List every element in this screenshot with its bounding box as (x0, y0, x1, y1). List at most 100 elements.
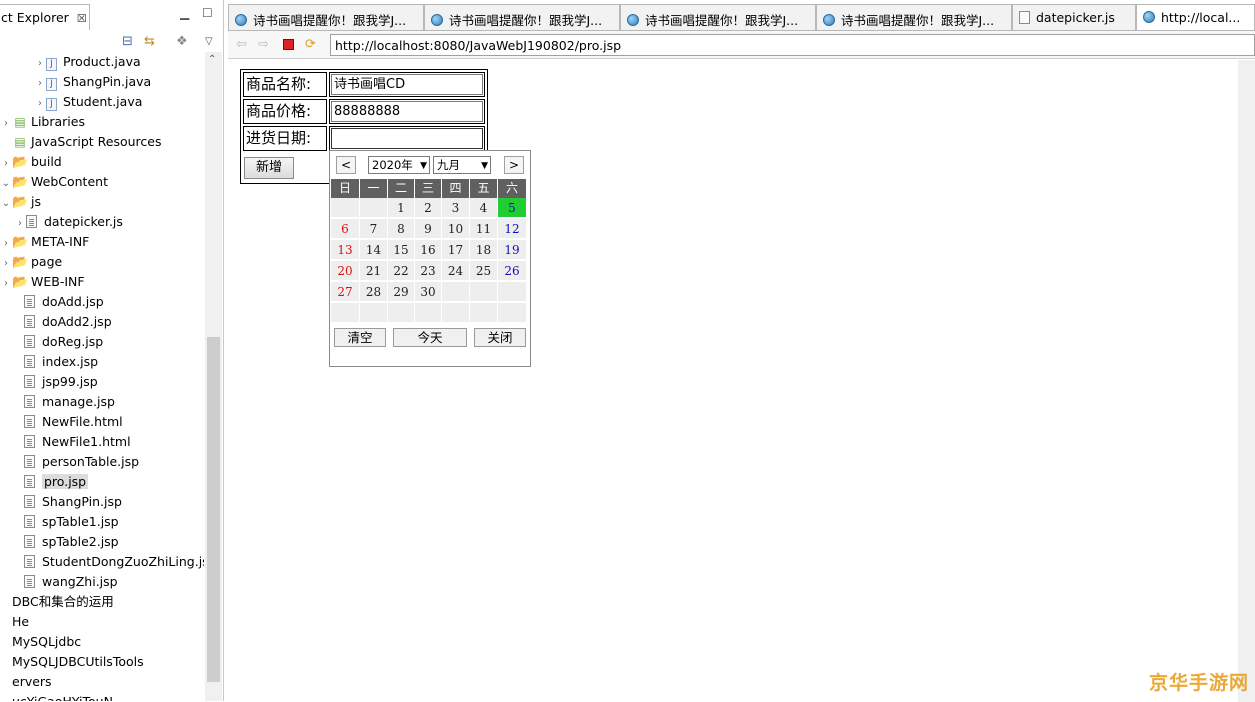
minimize-icon[interactable]: ▁ (180, 6, 189, 20)
tree-item[interactable]: ▤ JavaScript Resources (0, 132, 161, 152)
calendar-day[interactable]: 10 (442, 219, 470, 239)
tree-item[interactable]: wangZhi.jsp (12, 572, 118, 592)
maximize-icon[interactable]: ☐ (202, 6, 213, 20)
calendar-day[interactable]: 29 (388, 282, 415, 302)
tree-item[interactable]: › 📂 page (0, 252, 62, 272)
tree-item[interactable]: ShangPin.jsp (12, 492, 122, 512)
stop-icon[interactable] (283, 39, 294, 50)
chevron-down-icon[interactable]: ⌄ (0, 194, 12, 214)
calendar-day[interactable]: 22 (388, 261, 415, 281)
tree-item[interactable]: StudentDongZuoZhiLing.jsp (12, 552, 204, 572)
calendar-day[interactable]: 19 (498, 240, 527, 260)
calendar-day[interactable]: 20 (331, 261, 360, 281)
calendar-day[interactable]: 23 (415, 261, 442, 281)
tree-item[interactable]: ⌄ 📂 WebContent (0, 172, 108, 192)
tree-item[interactable]: ervers (0, 672, 52, 692)
calendar-day[interactable]: 14 (360, 240, 388, 260)
tree-item[interactable]: He (0, 612, 29, 632)
tree-item[interactable]: pro.jsp (12, 472, 89, 492)
calendar-day[interactable]: 12 (498, 219, 527, 239)
next-month-button[interactable]: > (504, 156, 524, 174)
month-select[interactable]: 九月 ▼ (433, 156, 491, 174)
tree-item[interactable]: › 📂 WEB-INF (0, 272, 85, 292)
scroll-up-icon[interactable]: ⌃ (208, 54, 216, 65)
close-icon[interactable]: ☒ (77, 12, 87, 25)
chevron-right-icon[interactable]: › (34, 54, 46, 74)
calendar-day[interactable]: 2 (415, 198, 442, 218)
filter-icon[interactable]: ❖ (176, 34, 188, 49)
date-input[interactable] (331, 128, 483, 149)
chevron-right-icon[interactable]: › (0, 234, 12, 254)
calendar-day[interactable]: 11 (470, 219, 498, 239)
editor-tab[interactable]: 诗书画唱提醒你！跟我学J... (816, 4, 1012, 30)
price-input[interactable]: 88888888 (331, 101, 483, 122)
tree-item[interactable]: ⌄ 📂 js (0, 192, 41, 212)
calendar-day[interactable]: 21 (360, 261, 388, 281)
url-input[interactable]: http://localhost:8080/JavaWebJ190802/pro… (330, 34, 1255, 56)
tree-item[interactable]: › J ShangPin.java (34, 72, 151, 92)
tree-scroll-thumb[interactable] (207, 337, 220, 682)
calendar-day[interactable]: 25 (470, 261, 498, 281)
calendar-day[interactable]: 26 (498, 261, 527, 281)
refresh-icon[interactable]: ⟳ (305, 37, 316, 52)
prev-month-button[interactable]: < (336, 156, 356, 174)
tree-item[interactable]: MySQLjdbc (0, 632, 81, 652)
editor-tab[interactable]: 诗书画唱提醒你！跟我学J... (424, 4, 620, 30)
calendar-day[interactable]: 4 (470, 198, 498, 218)
tree-item[interactable]: › J Student.java (34, 92, 142, 112)
tree-scrollbar[interactable]: ⌃ (205, 52, 222, 701)
tree-item[interactable]: index.jsp (12, 352, 98, 372)
calendar-day[interactable]: 30 (415, 282, 442, 302)
tree-item[interactable]: doAdd.jsp (12, 292, 104, 312)
editor-tab[interactable]: 诗书画唱提醒你！跟我学J... (228, 4, 424, 30)
calendar-day[interactable]: 7 (360, 219, 388, 239)
tree-item[interactable]: spTable2.jsp (12, 532, 119, 552)
tree-item[interactable]: › J Product.java (34, 52, 141, 72)
editor-tab[interactable]: http://local... (1136, 4, 1255, 30)
chevron-right-icon[interactable]: › (0, 254, 12, 274)
forward-icon[interactable]: ⇨ (258, 37, 269, 52)
name-input[interactable]: 诗书画唱CD (331, 74, 483, 95)
tree-item[interactable]: › 📂 build (0, 152, 62, 172)
chevron-right-icon[interactable]: › (34, 74, 46, 94)
tree-item[interactable]: personTable.jsp (12, 452, 139, 472)
collapse-all-icon[interactable]: ⊟ (122, 34, 133, 49)
chevron-right-icon[interactable]: › (0, 274, 12, 294)
tree-item[interactable]: › ▤ Libraries (0, 112, 85, 132)
back-icon[interactable]: ⇦ (236, 37, 247, 52)
calendar-day[interactable]: 16 (415, 240, 442, 260)
calendar-day[interactable]: 8 (388, 219, 415, 239)
page-scrollbar[interactable] (1238, 60, 1255, 702)
tree-item[interactable]: ucYiGaoHYiTouN... (0, 692, 125, 701)
tree-item[interactable]: MySQLJDBCUtilsTools (0, 652, 144, 672)
calendar-day[interactable]: 9 (415, 219, 442, 239)
chevron-right-icon[interactable]: › (34, 94, 46, 114)
calendar-day[interactable]: 17 (442, 240, 470, 260)
calendar-day[interactable]: 1 (388, 198, 415, 218)
add-button[interactable]: 新增 (244, 157, 294, 179)
tree-item[interactable]: spTable1.jsp (12, 512, 119, 532)
today-button[interactable]: 今天 (393, 328, 467, 347)
clear-button[interactable]: 清空 (334, 328, 386, 347)
tree-item[interactable]: manage.jsp (12, 392, 115, 412)
editor-tab[interactable]: datepicker.js (1012, 4, 1136, 30)
calendar-day[interactable]: 27 (331, 282, 360, 302)
tree-item[interactable]: doAdd2.jsp (12, 312, 112, 332)
chevron-right-icon[interactable]: › (14, 214, 26, 234)
tree-item[interactable]: NewFile.html (12, 412, 123, 432)
calendar-day[interactable]: 5 (498, 198, 527, 218)
link-editor-icon[interactable]: ⇆ (144, 34, 155, 49)
tree-item[interactable]: › datepicker.js (14, 212, 123, 232)
year-select[interactable]: 2020年 ▼ (368, 156, 430, 174)
tree-item[interactable]: jsp99.jsp (12, 372, 98, 392)
chevron-right-icon[interactable]: › (0, 154, 12, 174)
close-button[interactable]: 关闭 (474, 328, 526, 347)
calendar-day[interactable]: 15 (388, 240, 415, 260)
editor-tab[interactable]: 诗书画唱提醒你！跟我学J... (620, 4, 816, 30)
tree-item[interactable]: DBC和集合的运用 (0, 592, 114, 612)
tree-item[interactable]: › 📂 META-INF (0, 232, 89, 252)
calendar-day[interactable]: 24 (442, 261, 470, 281)
explorer-tab[interactable]: ct Explorer ☒ (0, 4, 90, 30)
view-menu-icon[interactable]: ▽ (205, 36, 213, 47)
calendar-day[interactable]: 28 (360, 282, 388, 302)
